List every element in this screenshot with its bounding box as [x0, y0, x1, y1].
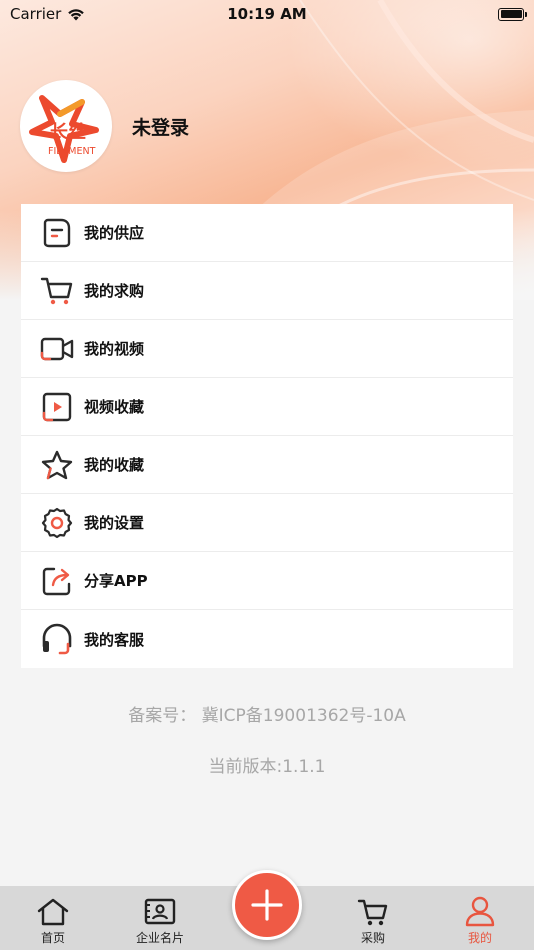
menu-label: 我的设置 — [84, 514, 145, 532]
menu-item-my-favorites[interactable]: 我的收藏 — [21, 436, 513, 494]
video-camera-icon — [40, 332, 74, 366]
login-status[interactable]: 未登录 — [132, 113, 189, 140]
cart-icon — [40, 274, 74, 308]
tab-label: 采购 — [360, 931, 385, 945]
profile-header[interactable]: 长丝 FILAMENT 未登录 — [20, 80, 189, 172]
cart-icon — [357, 899, 388, 926]
icp-record-text: 备案号： 冀ICP备19001362号-10A — [128, 706, 406, 726]
logo-text: 长丝 — [50, 121, 86, 143]
menu-item-customer-service[interactable]: 我的客服 — [21, 610, 513, 668]
menu-item-purchase[interactable]: 我的求购 — [21, 262, 513, 320]
business-card-icon — [144, 898, 176, 925]
home-icon — [37, 898, 69, 926]
avatar[interactable]: 长丝 FILAMENT — [20, 80, 112, 172]
battery-icon — [498, 7, 527, 21]
version-text: 当前版本:1.1.1 — [208, 757, 326, 777]
status-left: Carrier — [10, 5, 85, 23]
star-icon — [40, 448, 74, 482]
tab-label: 我的 — [467, 931, 492, 945]
menu-list: 我的供应 我的求购 我的视频 视频收藏 我的收藏 我的设置 分享APP 我的客服 — [21, 204, 513, 668]
tab-business-card[interactable]: 企业名片 — [110, 886, 210, 950]
menu-label: 我的客服 — [84, 630, 145, 649]
supply-doc-icon — [40, 216, 74, 250]
tab-home[interactable]: 首页 — [3, 886, 103, 950]
tab-purchase[interactable]: 采购 — [323, 886, 423, 950]
status-bar: Carrier 10:19 AM — [0, 0, 534, 28]
menu-item-settings[interactable]: 我的设置 — [21, 494, 513, 552]
menu-item-share-app[interactable]: 分享APP — [21, 552, 513, 610]
menu-item-video-favorites[interactable]: 视频收藏 — [21, 378, 513, 436]
tab-label: 首页 — [40, 931, 65, 945]
menu-label: 视频收藏 — [84, 398, 145, 416]
publish-button[interactable] — [232, 870, 302, 940]
logo-subtext: FILAMENT — [48, 146, 96, 157]
menu-item-supply[interactable]: 我的供应 — [21, 204, 513, 262]
menu-label: 分享APP — [84, 572, 148, 590]
menu-label: 我的求购 — [84, 282, 145, 300]
plus-icon — [251, 889, 283, 921]
menu-label: 我的供应 — [84, 224, 145, 242]
tab-label: 企业名片 — [135, 931, 184, 945]
menu-label: 我的收藏 — [84, 456, 145, 474]
wifi-icon — [68, 8, 85, 20]
menu-item-my-videos[interactable]: 我的视频 — [21, 320, 513, 378]
gear-icon — [40, 506, 74, 540]
headset-icon — [40, 622, 74, 656]
tab-mine[interactable]: 我的 — [430, 886, 530, 950]
filament-logo-icon: 长丝 FILAMENT — [29, 95, 99, 163]
carrier-label: Carrier — [10, 5, 62, 23]
video-play-icon — [40, 390, 74, 424]
menu-label: 我的视频 — [84, 340, 145, 358]
user-icon — [465, 896, 495, 927]
share-icon — [40, 564, 74, 598]
